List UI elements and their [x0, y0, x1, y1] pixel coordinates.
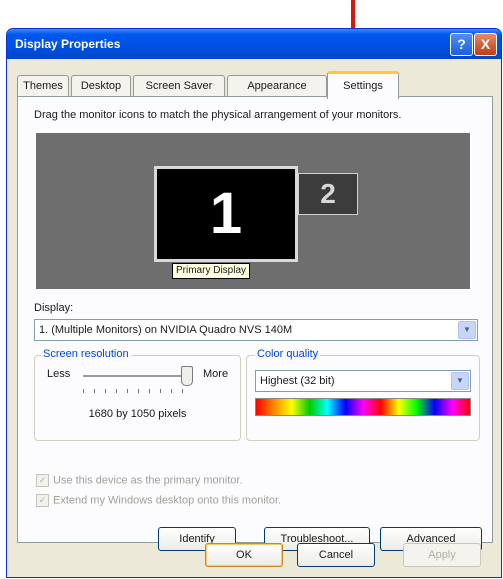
- resolution-slider-track[interactable]: [83, 375, 183, 378]
- apply-button[interactable]: Apply: [403, 543, 481, 567]
- cancel-button[interactable]: Cancel: [297, 543, 375, 567]
- tab-appearance[interactable]: Appearance: [227, 75, 327, 96]
- tab-desktop[interactable]: Desktop: [71, 75, 131, 96]
- extend-desktop-label: Extend my Windows desktop onto this moni…: [53, 494, 282, 507]
- color-quality-value: Highest (32 bit): [260, 375, 335, 387]
- chevron-down-icon[interactable]: ▼: [451, 372, 469, 390]
- resolution-less-label: Less: [47, 368, 71, 380]
- display-label: Display:: [34, 302, 74, 314]
- arrangement-instruction: Drag the monitor icons to match the phys…: [34, 109, 402, 121]
- checkbox-check-icon: ✓: [36, 474, 49, 487]
- chevron-down-icon[interactable]: ▼: [458, 321, 476, 339]
- tab-settings[interactable]: Settings: [327, 71, 399, 99]
- resolution-more-label: More: [203, 368, 229, 380]
- display-select[interactable]: 1. (Multiple Monitors) on NVIDIA Quadro …: [34, 319, 478, 341]
- extend-desktop-checkbox[interactable]: ✓ Extend my Windows desktop onto this mon…: [36, 494, 281, 507]
- checkbox-check-icon: ✓: [36, 494, 49, 507]
- resolution-slider-ticks: [83, 389, 193, 393]
- window-title: Display Properties: [15, 37, 121, 51]
- primary-monitor-label: Use this device as the primary monitor.: [53, 474, 243, 487]
- monitor-1[interactable]: 1: [154, 166, 298, 262]
- display-select-value: 1. (Multiple Monitors) on NVIDIA Quadro …: [39, 324, 293, 336]
- color-quality-group: Color quality Highest (32 bit) ▼: [246, 348, 480, 441]
- title-bar[interactable]: Display Properties ? X: [7, 29, 501, 59]
- close-icon: X: [480, 36, 491, 52]
- screen-resolution-group: Screen resolution Less More 1680 by 1050…: [34, 348, 241, 441]
- close-button[interactable]: X: [474, 33, 497, 56]
- resolution-slider-thumb[interactable]: [181, 366, 193, 386]
- tab-themes[interactable]: Themes: [17, 75, 69, 96]
- monitor-arrangement-area[interactable]: 1 2 Primary Display: [36, 133, 470, 289]
- color-spectrum-bar: [255, 398, 471, 416]
- resolution-value: 1680 by 1050 pixels: [88, 408, 187, 420]
- settings-panel: Drag the monitor icons to match the phys…: [17, 96, 493, 551]
- ok-button[interactable]: OK: [205, 543, 283, 567]
- display-properties-window: Display Properties ? X Themes Desktop Sc…: [6, 28, 502, 578]
- screen-resolution-legend: Screen resolution: [41, 348, 131, 360]
- color-quality-legend: Color quality: [255, 348, 321, 360]
- monitor-2[interactable]: 2: [298, 173, 358, 215]
- help-button[interactable]: ?: [450, 33, 473, 56]
- primary-monitor-checkbox[interactable]: ✓ Use this device as the primary monitor.: [36, 474, 243, 487]
- help-icon: ?: [457, 36, 466, 52]
- tab-screen-saver[interactable]: Screen Saver: [133, 75, 225, 96]
- primary-display-tooltip: Primary Display: [172, 263, 251, 279]
- color-quality-select[interactable]: Highest (32 bit) ▼: [255, 370, 471, 392]
